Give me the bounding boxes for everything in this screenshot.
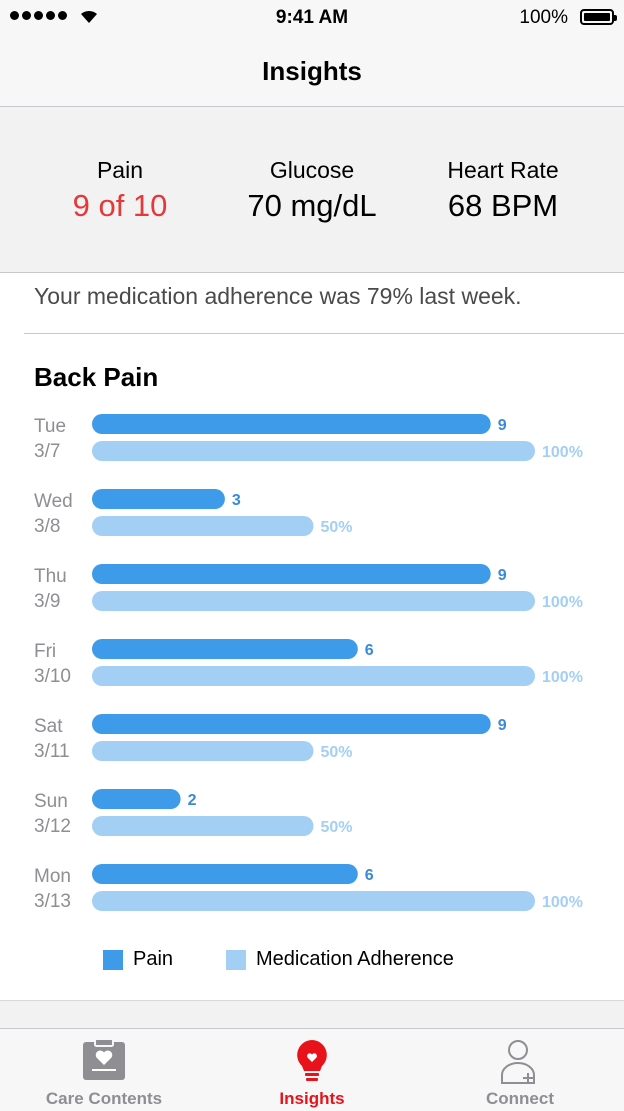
divider — [24, 333, 624, 334]
adherence-value-label: 50% — [321, 819, 353, 836]
pain-bar — [92, 414, 491, 434]
adherence-bar — [92, 441, 535, 461]
person-plus-icon — [501, 1040, 535, 1084]
pain-bar — [92, 864, 358, 884]
tab-label: Connect — [486, 1089, 554, 1108]
adherence-value-label: 100% — [542, 594, 583, 611]
adherence-bar — [92, 666, 535, 686]
adherence-bar — [92, 516, 314, 536]
pain-value-label: 3 — [232, 492, 241, 509]
pain-bar — [92, 714, 491, 734]
adherence-value-label: 50% — [321, 519, 353, 536]
tab-insights[interactable]: Insights — [208, 1029, 416, 1111]
navigation-bar: Insights — [0, 34, 624, 107]
legend-item-adherence: Medication Adherence — [226, 948, 454, 971]
status-bar: 9:41 AM 100% — [0, 0, 624, 34]
pain-bar — [92, 639, 358, 659]
pain-value-label: 6 — [365, 867, 374, 884]
lightbulb-heart-icon — [297, 1040, 327, 1081]
battery-icon — [580, 9, 617, 25]
date-label: 3/11 — [34, 741, 70, 762]
tab-care-contents[interactable]: Care Contents — [0, 1029, 208, 1111]
page-title: Insights — [262, 56, 362, 86]
metric-label: Heart Rate — [447, 157, 559, 183]
chart-title: Back Pain — [34, 362, 159, 392]
adherence-value-label: 100% — [542, 669, 583, 686]
metric-glucose: Glucose 70 mg/dL — [212, 157, 412, 224]
date-label: 3/12 — [34, 816, 71, 837]
day-label: Wed — [34, 491, 73, 512]
date-label: 3/10 — [34, 666, 71, 687]
day-label: Tue — [34, 416, 66, 437]
metric-value: 68 BPM — [447, 188, 559, 223]
adherence-value-label: 100% — [542, 894, 583, 911]
tab-label: Insights — [279, 1089, 345, 1108]
legend-label: Pain — [133, 948, 174, 970]
adherence-bar — [92, 891, 535, 911]
legend-label: Medication Adherence — [256, 948, 454, 970]
battery-percentage: 100% — [519, 7, 568, 28]
date-label: 3/13 — [34, 891, 71, 912]
date-label: 3/9 — [34, 591, 60, 612]
section-separator — [0, 1000, 624, 1029]
back-pain-chart: Tue 3/7 9 100% Wed 3/8 3 50% Thu 3/9 9 100% Fri 3/10 6… — [34, 414, 583, 912]
adherence-bar — [92, 591, 535, 611]
metric-heart-rate: Heart Rate 68 BPM — [403, 157, 603, 224]
tab-label: Care Contents — [45, 1089, 163, 1108]
pain-bar — [92, 564, 491, 584]
day-label: Fri — [34, 641, 56, 662]
legend-swatch-pain — [103, 949, 123, 970]
metrics-summary: Pain 9 of 10 Glucose 70 mg/dL Heart Rate… — [0, 107, 624, 273]
adherence-message: Your medication adherence was 79% last w… — [34, 283, 522, 309]
tab-bar: Care Contents Insights Connect — [0, 1028, 624, 1111]
legend-swatch-adherence — [226, 949, 246, 970]
date-label: 3/7 — [34, 441, 60, 462]
metric-label: Pain — [96, 157, 144, 183]
adherence-value-label: 100% — [542, 444, 583, 461]
pain-value-label: 9 — [498, 417, 507, 434]
tab-connect[interactable]: Connect — [416, 1029, 624, 1111]
adherence-value-label: 50% — [321, 744, 353, 761]
pain-value-label: 9 — [498, 717, 507, 734]
day-label: Sun — [34, 791, 68, 812]
legend-item-pain: Pain — [103, 948, 173, 971]
metric-value: 9 of 10 — [72, 188, 168, 223]
clipboard-heart-icon — [83, 1039, 125, 1080]
day-label: Sat — [34, 716, 63, 737]
metric-pain: Pain 9 of 10 — [20, 157, 220, 224]
pain-bar — [92, 489, 225, 509]
pain-value-label: 6 — [365, 642, 374, 659]
chart-legend: Pain Medication Adherence — [0, 948, 624, 976]
day-label: Mon — [34, 866, 71, 887]
adherence-bar — [92, 741, 314, 761]
pain-value-label: 9 — [498, 567, 507, 584]
day-label: Thu — [34, 566, 67, 587]
pain-value-label: 2 — [188, 792, 197, 809]
adherence-bar — [92, 816, 314, 836]
pain-bar — [92, 789, 181, 809]
date-label: 3/8 — [34, 516, 60, 537]
metric-value: 70 mg/dL — [247, 188, 377, 223]
metric-label: Glucose — [269, 157, 355, 183]
